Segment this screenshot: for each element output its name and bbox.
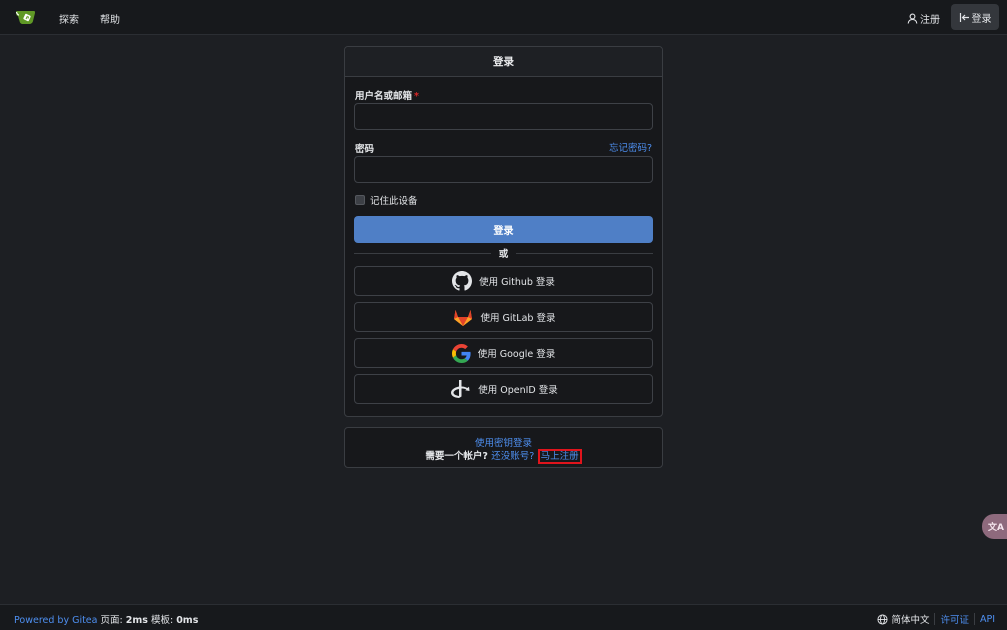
nav-explore-link[interactable]: 探索	[59, 11, 79, 26]
login-submit-button[interactable]: 登录	[354, 216, 653, 243]
powered-by-link[interactable]: Powered by Gitea	[14, 615, 97, 626]
remember-label: 记住此设备	[370, 196, 418, 207]
openid-login-label: 使用 OpenID 登录	[478, 385, 558, 396]
template-time: 0ms	[176, 615, 199, 626]
gitlab-login-button[interactable]: 使用 GitLab 登录	[354, 302, 653, 332]
username-label: 用户名或邮箱 *	[355, 91, 419, 102]
remember-device: 记住此设备	[355, 193, 418, 207]
template-label: 模板:	[150, 615, 174, 626]
password-input[interactable]	[354, 156, 653, 183]
no-account-link[interactable]: 还没账号?	[491, 451, 534, 462]
footer-left: Powered by Gitea 页面: 2ms 模板: 0ms	[14, 612, 198, 626]
gitlab-login-label: 使用 GitLab 登录	[480, 313, 556, 324]
license-link[interactable]: 许可证	[940, 612, 969, 626]
nav-login-label: 登录	[971, 13, 992, 25]
github-icon	[452, 271, 473, 291]
register-now-link[interactable]: 马上注册	[537, 449, 582, 464]
openid-login-button[interactable]: 使用 OpenID 登录	[354, 374, 653, 404]
username-input[interactable]	[354, 103, 653, 130]
login-card: 登录 用户名或邮箱 * 密码 忘记密码? 记住此设备 登录 或 使用 Github…	[344, 46, 663, 417]
language-label: 简体中文	[891, 615, 930, 626]
remember-checkbox[interactable]	[355, 195, 365, 205]
nav-register-label: 注册	[920, 15, 940, 26]
language-selector[interactable]: 简体中文	[877, 612, 929, 626]
openid-icon	[451, 380, 470, 398]
login-card-title: 登录	[345, 47, 662, 77]
top-navbar: 探索 帮助 注册 登录	[0, 0, 1007, 35]
github-login-button[interactable]: 使用 Github 登录	[354, 266, 653, 296]
google-login-label: 使用 Google 登录	[477, 349, 556, 360]
footer-separator	[973, 613, 975, 625]
google-icon	[451, 343, 471, 363]
nav-help-link[interactable]: 帮助	[100, 11, 120, 26]
translate-icon: 文A	[988, 523, 1004, 533]
footer-separator	[934, 613, 936, 625]
sign-in-icon	[959, 12, 969, 22]
github-login-label: 使用 Github 登录	[479, 277, 555, 288]
need-account-row: 需要一个帐户? 还没账号? 马上注册	[345, 448, 662, 464]
page-label: 页面:	[100, 615, 123, 626]
nav-login-button[interactable]: 登录	[951, 4, 999, 30]
or-divider: 或	[354, 246, 654, 260]
person-icon	[907, 13, 918, 24]
gitlab-icon	[453, 310, 472, 326]
page-time: 2ms	[125, 615, 148, 626]
signup-card: 使用密钥登录 需要一个帐户? 还没账号? 马上注册	[344, 427, 663, 468]
gitea-logo-icon[interactable]	[15, 8, 37, 26]
api-link[interactable]: API	[980, 614, 995, 625]
nav-register-link[interactable]: 注册	[907, 11, 940, 26]
required-mark: *	[414, 91, 419, 102]
globe-icon	[877, 613, 888, 625]
password-label: 密码	[355, 144, 375, 155]
footer: Powered by Gitea 页面: 2ms 模板: 0ms 简体中文 许可…	[0, 604, 1007, 630]
forgot-password-link[interactable]: 忘记密码?	[609, 140, 652, 154]
need-account-text: 需要一个帐户?	[425, 451, 488, 462]
translate-button[interactable]: 文A	[982, 514, 1007, 539]
passkey-login-link[interactable]: 使用密钥登录	[345, 435, 662, 449]
footer-right: 简体中文 许可证 API	[877, 612, 995, 626]
google-login-button[interactable]: 使用 Google 登录	[354, 338, 653, 368]
or-text: 或	[498, 249, 509, 260]
